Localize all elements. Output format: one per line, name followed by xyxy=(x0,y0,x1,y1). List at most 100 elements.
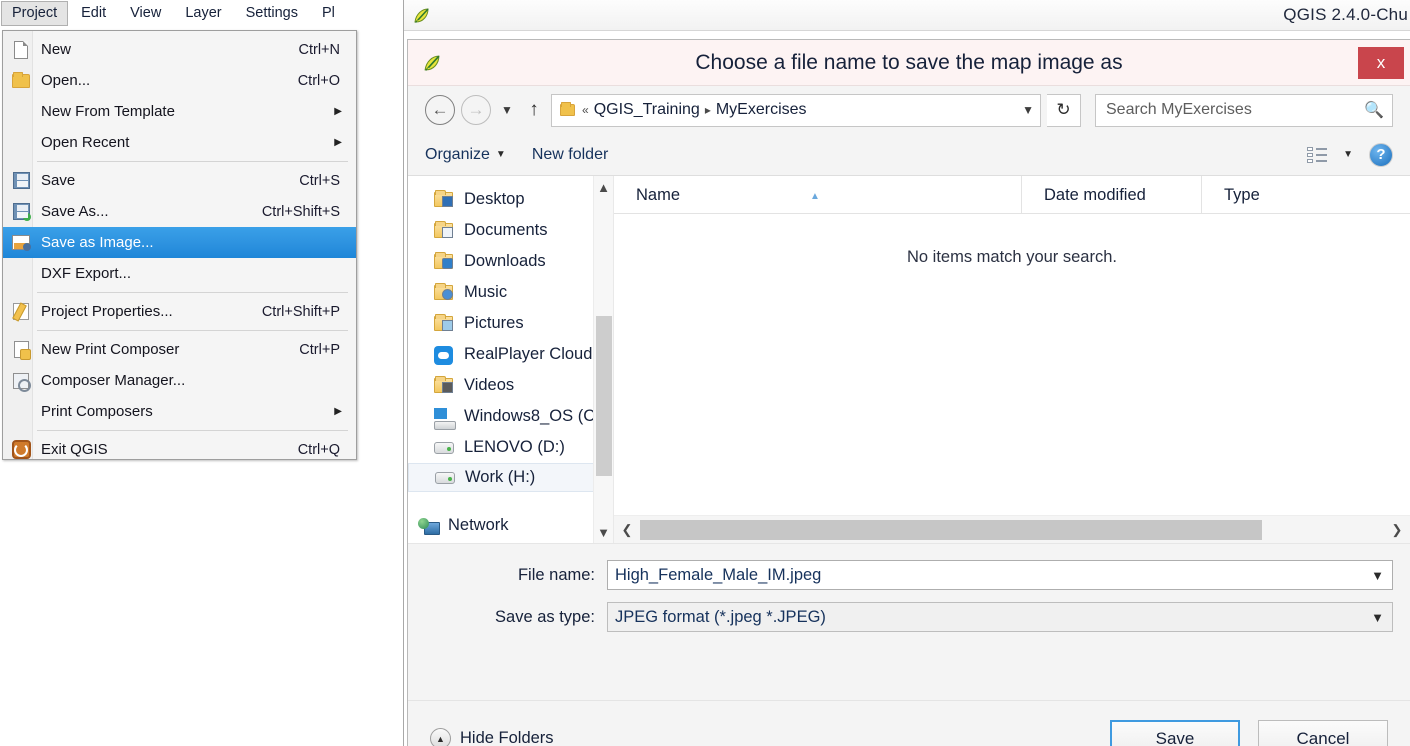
hide-folders-button[interactable]: ▲ Hide Folders xyxy=(430,728,554,746)
search-input[interactable]: Search MyExercises 🔍 xyxy=(1095,93,1393,127)
menu-project[interactable]: Project xyxy=(1,1,69,26)
folder-documents-icon xyxy=(434,220,455,240)
chevron-down-icon[interactable]: ▼ xyxy=(1371,568,1384,583)
new-print-composer-icon xyxy=(9,339,33,361)
tree-item-work-h[interactable]: Work (H:) xyxy=(408,463,613,492)
menu-item-open-recent[interactable]: Open Recent ▶ xyxy=(3,127,356,158)
menu-item-accel: Ctrl+S xyxy=(299,172,340,189)
toolbar-right-group: ▼ ? xyxy=(1307,142,1393,167)
menu-edit[interactable]: Edit xyxy=(70,1,117,26)
menu-separator xyxy=(37,292,348,293)
tree-vertical-scrollbar[interactable]: ▲ ▼ xyxy=(593,176,613,543)
view-mode-icon[interactable] xyxy=(1307,146,1328,164)
save-image-dialog: Choose a file name to save the map image… xyxy=(407,39,1410,746)
refresh-icon[interactable]: ↻ xyxy=(1047,93,1081,127)
tree-item-lenovo-d[interactable]: LENOVO (D:) xyxy=(408,432,613,463)
hide-folders-label: Hide Folders xyxy=(460,729,554,746)
scroll-thumb[interactable] xyxy=(595,316,612,476)
project-properties-icon xyxy=(9,301,33,323)
save-as-type-row: Save as type: JPEG format (*.jpeg *.JPEG… xyxy=(425,602,1393,632)
tree-item-label: LENOVO (D:) xyxy=(464,438,565,456)
tree-item-network[interactable]: Network xyxy=(408,510,613,541)
menu-item-save-as[interactable]: Save As... Ctrl+Shift+S xyxy=(3,196,356,227)
tree-item-windows8-os[interactable]: Windows8_OS (C xyxy=(408,401,613,432)
file-name-value: High_Female_Male_IM.jpeg xyxy=(615,565,822,584)
scroll-track[interactable] xyxy=(594,198,614,521)
scroll-left-icon[interactable]: ❮ xyxy=(614,516,640,544)
tree-item-label: Network xyxy=(448,516,509,534)
tree-item-label: Music xyxy=(464,283,508,301)
help-icon[interactable]: ? xyxy=(1369,142,1393,167)
submenu-arrow-icon: ▶ xyxy=(334,406,342,417)
tree-item-label: RealPlayer Cloud xyxy=(464,345,593,363)
column-header-type[interactable]: Type xyxy=(1202,176,1410,214)
menu-item-label: DXF Export... xyxy=(41,265,132,282)
menu-plugins[interactable]: Pl xyxy=(311,1,346,26)
menu-item-new[interactable]: New Ctrl+N xyxy=(3,34,356,65)
menu-item-new-print-composer[interactable]: New Print Composer Ctrl+P xyxy=(3,334,356,365)
close-icon[interactable]: x xyxy=(1358,46,1404,79)
tree-item-realplayer-cloud[interactable]: RealPlayer Cloud xyxy=(408,339,613,370)
folder-desktop-icon xyxy=(434,189,455,209)
breadcrumb-qgis-training[interactable]: QGIS_Training xyxy=(594,101,700,119)
menu-layer[interactable]: Layer xyxy=(174,1,232,26)
menu-item-accel: Ctrl+Shift+P xyxy=(261,303,340,320)
dialog-form: File name: High_Female_Male_IM.jpeg ▼ Sa… xyxy=(408,544,1410,632)
scroll-thumb[interactable] xyxy=(640,519,1262,540)
dialog-footer: ▲ Hide Folders Save Cancel xyxy=(408,700,1410,746)
windows-drive-icon xyxy=(434,407,456,430)
breadcrumb-myexercises[interactable]: MyExercises xyxy=(716,101,807,119)
folder-videos-icon xyxy=(434,375,455,395)
column-header-date-modified[interactable]: Date modified xyxy=(1022,175,1202,214)
file-list-horizontal-scrollbar[interactable]: ❮ ❯ xyxy=(614,515,1410,543)
scroll-right-icon[interactable]: ❯ xyxy=(1384,516,1410,544)
menu-item-label: Open... xyxy=(41,72,91,89)
tree-item-label: Windows8_OS (C xyxy=(464,407,596,425)
menu-item-label: Print Composers xyxy=(41,403,153,420)
cancel-button[interactable]: Cancel xyxy=(1258,719,1388,746)
menu-item-open[interactable]: Open... Ctrl+O xyxy=(3,65,356,96)
view-mode-chevron-down-icon[interactable]: ▼ xyxy=(1343,149,1353,160)
qgis-leaf-icon xyxy=(422,53,441,72)
menu-item-save[interactable]: Save Ctrl+S xyxy=(3,165,356,196)
up-icon[interactable]: ↑ xyxy=(523,95,545,125)
folder-icon xyxy=(560,102,577,117)
menu-settings[interactable]: Settings xyxy=(235,1,309,26)
column-header-name[interactable]: Name ▲ xyxy=(614,175,1022,214)
save-button[interactable]: Save xyxy=(1110,719,1240,746)
menu-item-accel: Ctrl+P xyxy=(299,341,340,358)
tree-item-videos[interactable]: Videos xyxy=(408,370,613,401)
tree-item-pictures[interactable]: Pictures xyxy=(408,308,613,339)
disk-drive-icon xyxy=(435,469,456,487)
back-icon[interactable]: ← xyxy=(425,95,455,125)
menu-item-save-as-image[interactable]: Save as Image... xyxy=(3,227,356,258)
organize-button[interactable]: Organize ▼ xyxy=(425,146,506,164)
forward-icon[interactable]: → xyxy=(461,95,491,125)
menu-view[interactable]: View xyxy=(119,1,172,26)
tree-item-downloads[interactable]: Downloads xyxy=(408,246,613,277)
address-bar[interactable]: « QGIS_Training ▸ MyExercises ▼ xyxy=(551,93,1041,127)
save-as-type-select[interactable]: JPEG format (*.jpeg *.JPEG) ▼ xyxy=(607,602,1393,632)
exit-icon xyxy=(9,439,33,461)
file-name-input[interactable]: High_Female_Male_IM.jpeg ▼ xyxy=(607,560,1393,590)
address-prefix: « xyxy=(582,103,589,117)
menu-item-dxf-export[interactable]: DXF Export... xyxy=(3,258,356,289)
recent-locations-chevron-down-icon[interactable]: ▼ xyxy=(497,95,517,125)
scroll-up-icon[interactable]: ▲ xyxy=(594,176,614,198)
menu-item-new-from-template[interactable]: New From Template ▶ xyxy=(3,96,356,127)
project-menu-list: New Ctrl+N Open... Ctrl+O New From Templ… xyxy=(3,31,356,468)
chevron-down-icon[interactable]: ▼ xyxy=(1016,103,1034,117)
new-folder-button[interactable]: New folder xyxy=(532,146,608,164)
menu-item-composer-manager[interactable]: Composer Manager... xyxy=(3,365,356,396)
menu-item-print-composers[interactable]: Print Composers ▶ xyxy=(3,396,356,427)
menu-item-project-properties[interactable]: Project Properties... Ctrl+Shift+P xyxy=(3,296,356,327)
scroll-down-icon[interactable]: ▼ xyxy=(594,521,614,543)
cloud-icon xyxy=(434,345,455,365)
chevron-down-icon[interactable]: ▼ xyxy=(1371,610,1384,625)
tree-item-documents[interactable]: Documents xyxy=(408,215,613,246)
scroll-track[interactable] xyxy=(640,516,1384,544)
tree-item-music[interactable]: Music xyxy=(408,277,613,308)
menu-item-exit-qgis[interactable]: Exit QGIS Ctrl+Q xyxy=(3,434,356,465)
menu-item-label: Exit QGIS xyxy=(41,441,108,458)
tree-item-desktop[interactable]: Desktop xyxy=(408,184,613,215)
